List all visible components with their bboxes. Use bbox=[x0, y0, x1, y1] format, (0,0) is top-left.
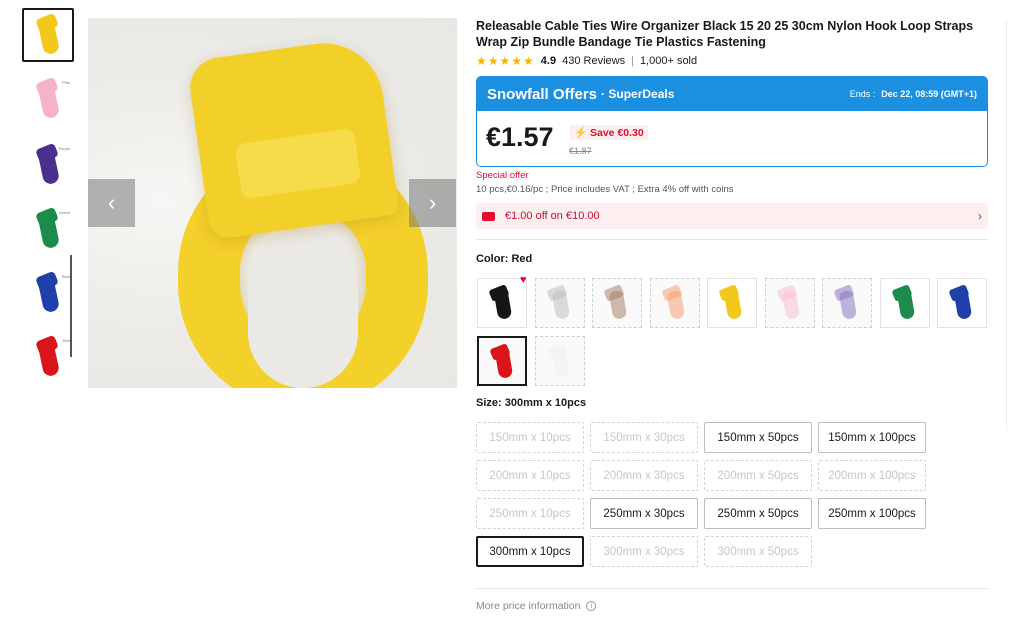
size-option[interactable]: 250mm x 10pcs bbox=[476, 498, 584, 529]
chevron-right-icon: › bbox=[428, 190, 437, 215]
offer-header: Snowfall Offers · SuperDeals Ends : Dec 2… bbox=[477, 77, 987, 111]
coupon-text: €1.00 off on €10.00 bbox=[505, 210, 600, 222]
size-option[interactable]: 150mm x 100pcs bbox=[818, 422, 926, 453]
color-swatch-purple[interactable] bbox=[822, 278, 872, 328]
thumbnail-2[interactable]: Purple bbox=[22, 138, 74, 192]
rating-row: ★★★★★ 4.9 430 Reviews | 1,000+ sold bbox=[476, 54, 697, 68]
chevron-right-icon: › bbox=[978, 209, 982, 223]
offer-ends: Ends : Dec 22, 08:59 (GMT+1) bbox=[850, 89, 977, 99]
coupon-banner[interactable]: €1.00 off on €10.00 › bbox=[476, 203, 988, 229]
product-title: Releasable Cable Ties Wire Organizer Bla… bbox=[476, 19, 974, 49]
next-image-button[interactable]: › bbox=[409, 179, 456, 227]
color-swatch-grey[interactable] bbox=[534, 278, 585, 328]
size-option[interactable]: 250mm x 30pcs bbox=[590, 498, 698, 529]
price-note: 10 pcs,€0.16/pc ; Price includes VAT ; E… bbox=[476, 184, 734, 195]
size-label: Size: 300mm x 10pcs bbox=[476, 397, 587, 409]
current-price: €1.57 bbox=[486, 122, 554, 152]
divider bbox=[476, 239, 988, 240]
thumbnail-4[interactable]: Blue bbox=[22, 266, 74, 320]
superdeals-label: · SuperDeals bbox=[601, 87, 675, 101]
thumbnail-tag: Purple bbox=[58, 146, 70, 151]
thumbnail-1[interactable]: Pink bbox=[22, 72, 74, 126]
color-swatch-red[interactable] bbox=[477, 336, 527, 386]
thumbnail-image bbox=[33, 12, 63, 56]
size-option[interactable]: 200mm x 100pcs bbox=[818, 460, 926, 491]
save-badge: ⚡ Save €0.30 bbox=[570, 125, 648, 140]
save-text: Save €0.30 bbox=[590, 127, 644, 139]
thumbnail-0[interactable] bbox=[22, 8, 74, 62]
thumbnail-5[interactable]: Red bbox=[22, 330, 74, 384]
thumbnail-scrollbar[interactable] bbox=[70, 255, 72, 357]
thumbnail-3[interactable]: Green bbox=[22, 202, 74, 256]
special-offer-label: Special offer bbox=[476, 170, 529, 181]
size-option[interactable]: 250mm x 50pcs bbox=[704, 498, 812, 529]
info-icon: i bbox=[586, 601, 597, 611]
chevron-left-icon: ‹ bbox=[107, 190, 116, 215]
color-swatch-green[interactable] bbox=[879, 278, 930, 328]
size-option[interactable]: 200mm x 10pcs bbox=[476, 460, 584, 491]
ends-label: Ends : bbox=[849, 89, 876, 99]
color-label: Color: Red bbox=[476, 253, 533, 265]
offer-brand: Snowfall Offers bbox=[487, 85, 598, 103]
separator: | bbox=[631, 55, 634, 67]
thumbnail-image bbox=[33, 270, 63, 314]
rating-value: 4.9 bbox=[540, 55, 557, 67]
more-price-info-text: More price information bbox=[476, 600, 581, 612]
original-price: €1.87 bbox=[569, 146, 592, 156]
size-option[interactable]: 300mm x 10pcs bbox=[476, 536, 584, 567]
hot-icon: ♥ bbox=[520, 274, 527, 286]
snowfall-offer-box: Snowfall Offers · SuperDeals Ends : Dec 2… bbox=[476, 76, 988, 167]
thumbnail-tag: Red bbox=[62, 338, 70, 343]
thumbnail-tag: Pink bbox=[62, 80, 70, 85]
size-option[interactable]: 150mm x 50pcs bbox=[704, 422, 812, 453]
color-swatch-orange[interactable] bbox=[649, 278, 700, 328]
size-option[interactable]: 200mm x 50pcs bbox=[704, 460, 812, 491]
color-swatch-yellow[interactable] bbox=[707, 278, 757, 328]
color-swatch-blue[interactable] bbox=[937, 278, 987, 328]
rating-stars-icon: ★★★★★ bbox=[476, 54, 535, 68]
color-swatch-white[interactable] bbox=[534, 336, 585, 386]
color-swatch-brown[interactable] bbox=[592, 278, 642, 328]
divider bbox=[476, 588, 988, 589]
sold-count: 1,000+ sold bbox=[639, 55, 698, 67]
size-option[interactable]: 300mm x 30pcs bbox=[590, 536, 698, 567]
ends-value: Dec 22, 08:59 (GMT+1) bbox=[881, 89, 977, 99]
color-swatch-pink[interactable] bbox=[764, 278, 815, 328]
thumbnail-image bbox=[33, 76, 63, 120]
size-option[interactable]: 300mm x 50pcs bbox=[704, 536, 812, 567]
size-option[interactable]: 200mm x 30pcs bbox=[590, 460, 698, 491]
more-price-info-link[interactable]: More price information i bbox=[476, 600, 597, 612]
page-edge-divider bbox=[1006, 20, 1007, 430]
size-option[interactable]: 250mm x 100pcs bbox=[818, 498, 926, 529]
coupon-icon bbox=[482, 211, 495, 221]
previous-image-button[interactable]: ‹ bbox=[88, 179, 135, 227]
thumbnail-tag: Blue bbox=[61, 274, 70, 279]
thumbnail-image bbox=[33, 334, 63, 378]
strap-hole bbox=[248, 228, 358, 388]
size-option[interactable]: 150mm x 10pcs bbox=[476, 422, 584, 453]
main-product-image bbox=[88, 18, 457, 388]
size-option[interactable]: 150mm x 30pcs bbox=[590, 422, 698, 453]
reviews-link[interactable]: 430 Reviews bbox=[562, 55, 625, 67]
thumbnail-tag: Green bbox=[58, 210, 70, 215]
